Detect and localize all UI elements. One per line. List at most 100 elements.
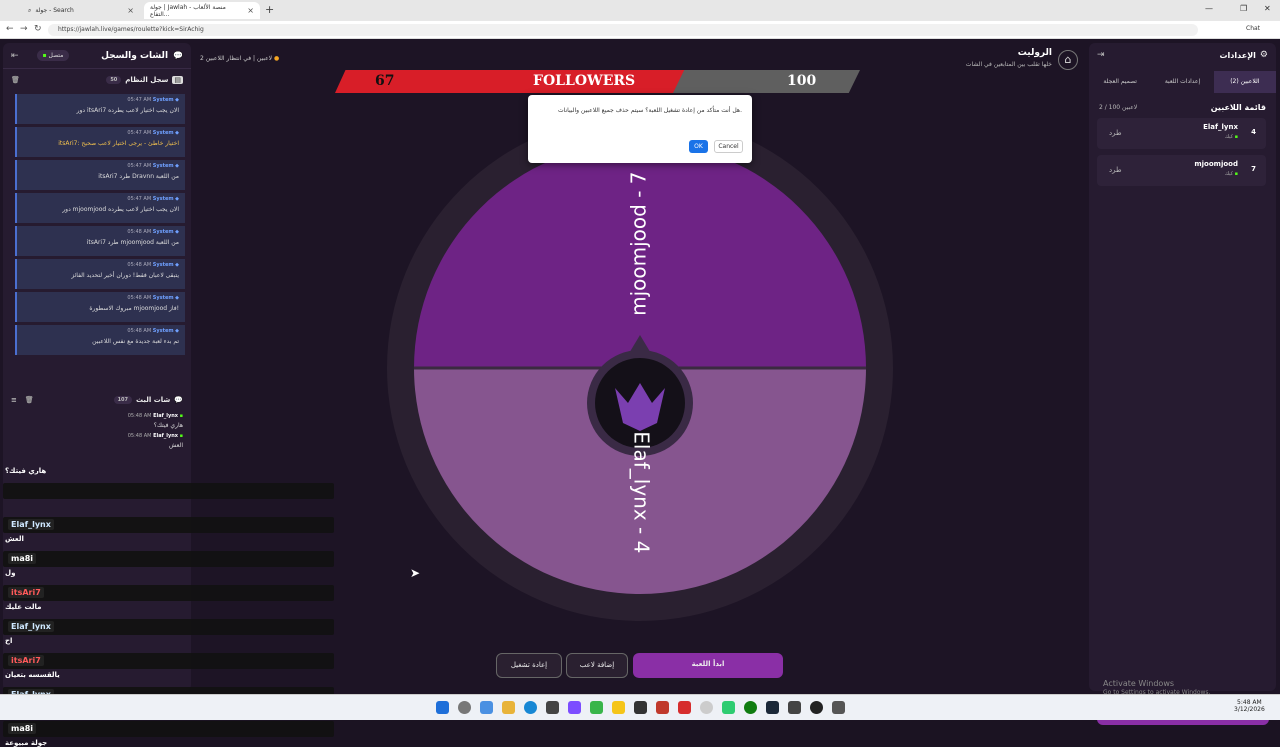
- app-icon[interactable]: [546, 701, 559, 714]
- chat-panel-header: ⇤ ▪ متصل الشات والسجل 💬: [3, 43, 191, 69]
- copilot-icon[interactable]: [480, 701, 493, 714]
- log-text: يتبقى لاعبان فقط! دوران أخير لتحديد الفا…: [71, 272, 179, 279]
- kick-player-button[interactable]: طرد: [1109, 129, 1122, 137]
- new-tab-button[interactable]: +: [265, 3, 274, 16]
- close-icon[interactable]: ×: [247, 6, 254, 15]
- list-icon[interactable]: ≡: [11, 396, 17, 404]
- settings-icon[interactable]: [700, 701, 713, 714]
- dialog-cancel-button[interactable]: Cancel: [714, 140, 743, 153]
- player-name: Elaf_lynx: [1203, 123, 1238, 131]
- overlay-username: ma8i: [8, 723, 37, 734]
- log-time: 05:47 AM: [127, 97, 152, 103]
- url-field[interactable]: https://jawlah.live/games/roulette?kick=…: [48, 24, 1198, 36]
- roulette-wheel[interactable]: mjoomjood - 7 Elaf_lynx - 4: [385, 113, 895, 623]
- system-log-count: 50: [106, 76, 122, 84]
- wheel-graphic: mjoomjood - 7 Elaf_lynx - 4: [387, 115, 893, 621]
- chat-message: 05:48 AM Elaf_lynx ▪ العش: [11, 433, 183, 449]
- tab-players[interactable]: اللاعبين (2): [1213, 71, 1276, 93]
- overlay-username: itsAri7: [8, 587, 44, 598]
- log-sender: System: [152, 163, 174, 169]
- xbox-icon[interactable]: [744, 701, 757, 714]
- log-sender: System: [152, 97, 174, 103]
- add-player-button[interactable]: إضافة لاعب: [566, 653, 628, 678]
- app-icon[interactable]: [678, 701, 691, 714]
- followers-label: FOLLOWERS: [533, 73, 636, 89]
- forward-icon[interactable]: →: [20, 24, 28, 34]
- file-explorer-icon[interactable]: [502, 701, 515, 714]
- list-item: 05:48 AM System ◆ تم بدء لعبة جديدة مع نف…: [15, 325, 185, 355]
- chat-text: العش: [168, 442, 183, 449]
- dialog-ok-button[interactable]: OK: [689, 140, 708, 153]
- system-log-header: 🗑 50 سجل النظام ▤: [3, 71, 191, 89]
- refresh-icon[interactable]: ↻: [34, 24, 42, 34]
- close-window-icon[interactable]: ✕: [1264, 4, 1271, 13]
- overlay-username: Elaf_lynx: [8, 519, 54, 530]
- log-text: itsAri7 طرد mjoomjood من اللعبة: [86, 239, 179, 246]
- kick-icon: ▪: [1233, 171, 1238, 177]
- start-icon[interactable]: [436, 701, 449, 714]
- maximize-icon[interactable]: ❐: [1240, 4, 1247, 13]
- discord-icon[interactable]: [568, 701, 581, 714]
- log-time: 05:48 AM: [127, 328, 152, 334]
- taskbar-clock[interactable]: 5:48 AM 3/12/2026: [1234, 699, 1265, 713]
- settings-header: ⇥ الإعدادات ⚙: [1089, 43, 1276, 67]
- log-text: مبروك الاسطورة mjoomjood فاز!: [89, 305, 179, 312]
- edge-icon[interactable]: [524, 701, 537, 714]
- clock-time: 5:48 AM: [1237, 699, 1262, 706]
- shield-icon: ◆: [173, 163, 179, 169]
- close-icon[interactable]: ×: [127, 6, 134, 15]
- live-chat-count: 107: [113, 396, 132, 404]
- collapse-panel-icon[interactable]: ⇤: [11, 51, 19, 61]
- chat-user: Elaf_lynx: [153, 433, 179, 439]
- trash-icon[interactable]: 🗑: [25, 396, 34, 404]
- overlay-username: itsAri7: [8, 655, 44, 666]
- app-icon[interactable]: [590, 701, 603, 714]
- minimize-icon[interactable]: —: [1205, 4, 1213, 13]
- tab-game-settings[interactable]: إعدادات اللعبة: [1151, 71, 1213, 93]
- live-chat-list: 05:48 AM Elaf_lynx ▪ هاري فيتك؟ 05:48 AM E…: [3, 413, 191, 449]
- list-item: 05:47 AM System ◆ دور itsAri7 الان يجب اخ…: [15, 94, 185, 124]
- app-icon[interactable]: [788, 701, 801, 714]
- kick-player-button[interactable]: طرد: [1109, 166, 1122, 174]
- settings-title: الإعدادات: [1219, 50, 1256, 60]
- platform-label: كيك: [1224, 171, 1234, 177]
- restart-button[interactable]: إعادة تشغيل: [496, 653, 562, 678]
- tab-wheel-design[interactable]: تصميم العجلة: [1089, 71, 1151, 93]
- player-row: 7 mjoomjood كيك ▪ طرد: [1097, 155, 1266, 186]
- log-meta: 05:48 AM System ◆: [23, 295, 179, 301]
- app-icon[interactable]: [722, 701, 735, 714]
- app-icon[interactable]: [612, 701, 625, 714]
- player-list: 4 Elaf_lynx كيك ▪ طرد 7 mjoomjood كيك ▪ طرد: [1089, 118, 1276, 186]
- collapse-panel-icon[interactable]: ⇥: [1097, 50, 1105, 60]
- app-icon[interactable]: [810, 701, 823, 714]
- log-time: 05:47 AM: [127, 196, 152, 202]
- list-item: 05:47 AM System ◆ itsAri7: اختيار خاطئ - …: [15, 127, 185, 157]
- player-row: 4 Elaf_lynx كيك ▪ طرد: [1097, 118, 1266, 149]
- log-sender: System: [152, 229, 174, 235]
- list-item: 05:48 AM System ◆ itsAri7 طرد mjoomjood م…: [15, 226, 185, 256]
- home-button[interactable]: ⌂: [1058, 50, 1078, 70]
- shield-icon: ◆: [173, 262, 179, 268]
- shield-icon: ◆: [173, 97, 179, 103]
- steam-icon[interactable]: [766, 701, 779, 714]
- app-icon[interactable]: [832, 701, 845, 714]
- page-title: الروليت: [1017, 48, 1052, 58]
- browser-tab-jawlah[interactable]: جولة | Jawlah - منصة الألعاب التفاع... ×: [144, 2, 260, 19]
- chat-panel-title: الشات والسجل: [101, 50, 169, 61]
- overlay-text: هاري فيتك؟: [5, 467, 47, 475]
- followers-current: 67: [375, 73, 395, 89]
- kick-icon: ▪: [42, 52, 47, 59]
- log-sender: System: [152, 262, 174, 268]
- app-icon[interactable]: [634, 701, 647, 714]
- player-count: 2 / 100 لاعبين: [1099, 104, 1138, 111]
- browser-tab-search[interactable]: ⌕ جولة - Search ×: [22, 2, 140, 19]
- copilot-chat-button[interactable]: Chat: [1246, 25, 1260, 32]
- app-icon[interactable]: [656, 701, 669, 714]
- list-item: 05:47 AM System ◆ دور mjoomjood الان يجب …: [15, 193, 185, 223]
- overlay-bar: [3, 653, 334, 669]
- start-game-button[interactable]: ابدأ اللعبة: [633, 653, 783, 678]
- trash-icon[interactable]: 🗑: [11, 76, 20, 84]
- log-sender: System: [152, 295, 174, 301]
- back-icon[interactable]: ←: [6, 24, 14, 34]
- search-icon[interactable]: [458, 701, 471, 714]
